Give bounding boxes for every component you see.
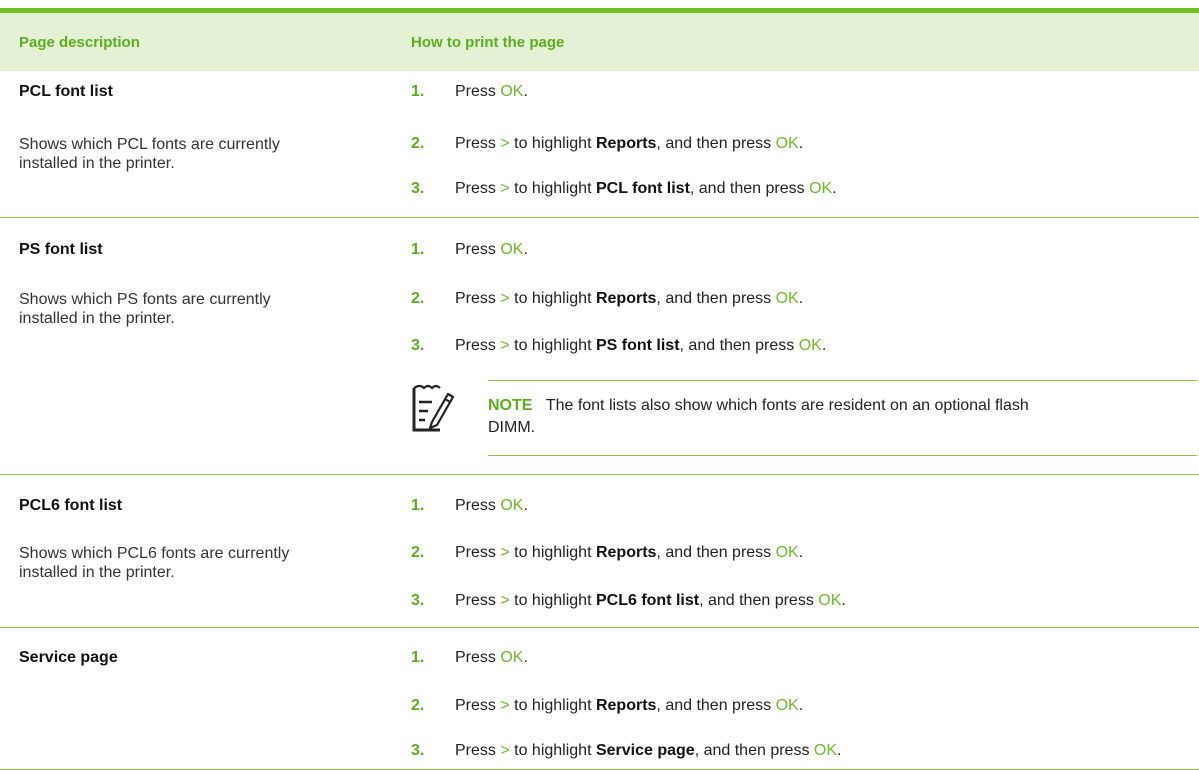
step-number: 2.	[411, 697, 425, 714]
step-text: Press OK.	[455, 83, 528, 100]
step-text: Press > to highlight Reports, and then p…	[455, 697, 804, 714]
row-description-line: installed in the printer.	[19, 310, 175, 327]
row-description-line: Shows which PCL6 fonts are currently	[19, 545, 290, 562]
note-pencil-icon	[412, 384, 454, 432]
ok-key: OK	[775, 135, 799, 152]
menu-item: Reports	[595, 697, 657, 714]
ok-key: OK	[775, 290, 799, 307]
step-text: Press > to highlight Service page, and t…	[455, 742, 842, 759]
ok-key: OK	[775, 544, 799, 561]
step-text: Press OK.	[455, 649, 528, 666]
row-divider	[0, 474, 1199, 475]
step-number: 2.	[411, 135, 425, 152]
row-divider	[0, 627, 1199, 628]
row-title: PCL font list	[19, 83, 113, 100]
step-text: Press > to highlight Reports, and then p…	[455, 290, 804, 307]
step-number: 3.	[411, 592, 425, 609]
ok-key: OK	[500, 497, 524, 514]
ok-key: OK	[500, 83, 524, 100]
step-text: Press OK.	[455, 241, 528, 258]
ok-key: OK	[798, 337, 822, 354]
menu-item: Service page	[595, 742, 695, 759]
menu-item: PCL font list	[595, 180, 690, 197]
ok-key: OK	[500, 241, 524, 258]
ok-key: OK	[818, 592, 842, 609]
row-description-line: installed in the printer.	[19, 564, 175, 581]
menu-item: Reports	[595, 135, 657, 152]
menu-item: Reports	[595, 290, 657, 307]
document-page: Page description How to print the page P…	[0, 0, 1199, 770]
note-bottom-rule	[488, 455, 1197, 456]
note-label: NOTE	[488, 397, 533, 414]
step-text: Press > to highlight Reports, and then p…	[455, 135, 804, 152]
ok-key: OK	[775, 697, 799, 714]
row-title: Service page	[19, 649, 118, 666]
header-page-description: Page description	[19, 34, 140, 51]
arrow-key: >	[500, 135, 510, 152]
menu-item: Reports	[595, 544, 657, 561]
ok-key: OK	[813, 742, 838, 759]
row-description-line: Shows which PCL fonts are currently	[19, 136, 280, 153]
step-text: Press > to highlight PS font list, and t…	[455, 337, 827, 354]
step-number: 3.	[411, 180, 425, 197]
arrow-key: >	[500, 697, 510, 714]
note-top-rule	[488, 380, 1197, 381]
step-number: 3.	[411, 337, 425, 354]
arrow-key: >	[500, 337, 510, 354]
menu-item: PCL6 font list	[595, 592, 700, 609]
step-number: 1.	[411, 649, 425, 666]
step-text: Press > to highlight PCL font list, and …	[455, 180, 837, 197]
step-number: 1.	[411, 497, 425, 514]
row-title: PS font list	[19, 241, 103, 258]
step-number: 1.	[411, 83, 425, 100]
header-how-to-print: How to print the page	[411, 34, 565, 51]
row-title: PCL6 font list	[19, 497, 123, 514]
step-number: 2.	[411, 544, 425, 561]
step-number: 1.	[411, 241, 425, 258]
step-text: Press > to highlight Reports, and then p…	[455, 544, 804, 561]
arrow-key: >	[500, 180, 510, 197]
step-number: 2.	[411, 290, 425, 307]
arrow-key: >	[500, 742, 510, 759]
ok-key: OK	[500, 649, 524, 666]
step-text: Press > to highlight PCL6 font list, and…	[455, 592, 846, 609]
step-text: Press OK.	[455, 497, 528, 514]
row-description-line: installed in the printer.	[19, 155, 175, 172]
menu-item: PS font list	[595, 337, 680, 354]
ok-key: OK	[809, 180, 833, 197]
arrow-key: >	[500, 592, 510, 609]
arrow-key: >	[500, 544, 510, 561]
note-line: NOTE The font lists also show which font…	[488, 397, 1029, 414]
step-number: 3.	[411, 742, 425, 759]
note-line: DIMM.	[488, 419, 536, 436]
row-divider	[0, 217, 1199, 218]
table-header	[0, 13, 1199, 71]
arrow-key: >	[500, 290, 510, 307]
row-description-line: Shows which PS fonts are currently	[19, 291, 271, 308]
